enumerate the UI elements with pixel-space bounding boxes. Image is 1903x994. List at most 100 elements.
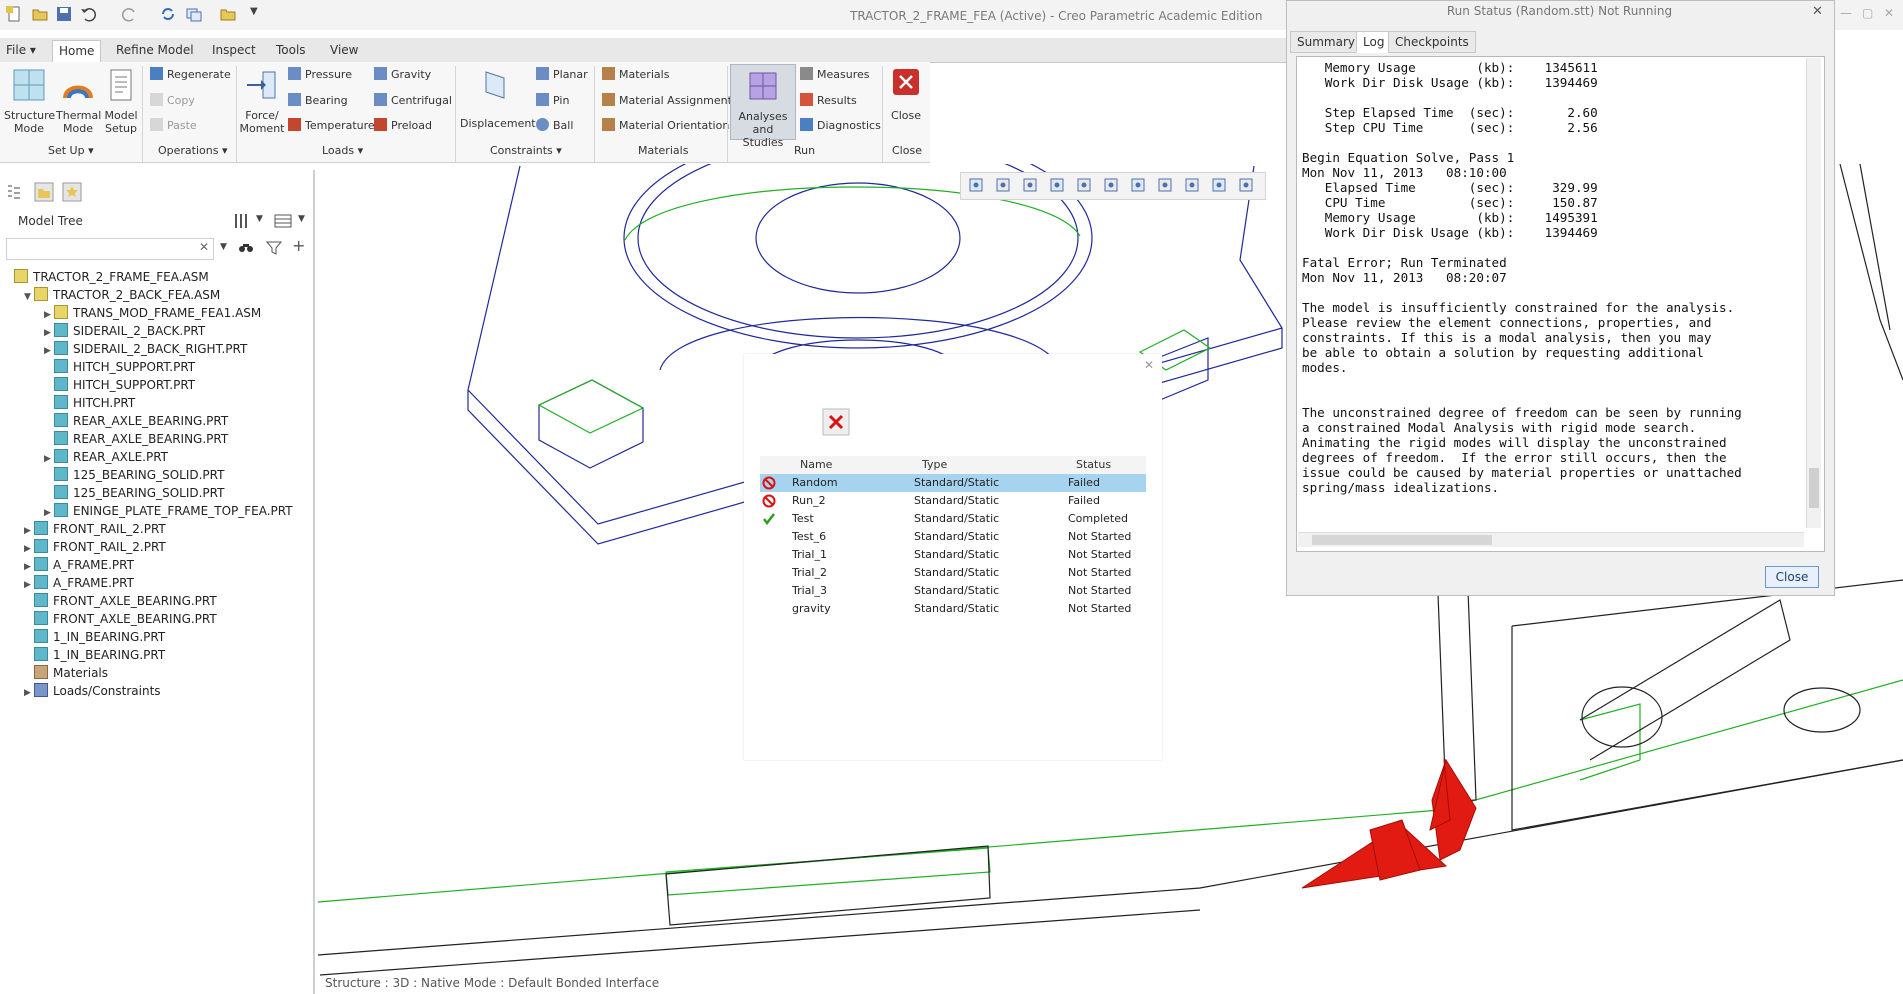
filter-icon[interactable] [266, 240, 282, 256]
new-icon[interactable] [6, 6, 22, 22]
column-status[interactable]: Status [1076, 458, 1111, 471]
centrifugal-button[interactable]: Centrifugal [374, 93, 452, 109]
gravity-button[interactable]: Gravity [374, 67, 431, 83]
force-moment-button[interactable]: Force/Moment [238, 68, 286, 135]
preload-button[interactable]: Preload [374, 118, 432, 134]
search-dropdown-icon[interactable]: ▼ [220, 242, 227, 252]
results-button[interactable]: Results [800, 93, 857, 109]
model-tree-tab-icon[interactable] [6, 184, 22, 200]
tree-item[interactable]: ▶ SIDERAIL_2_BACK.PRT [44, 322, 205, 340]
scrollbar-thumb[interactable] [1312, 535, 1492, 545]
study-row[interactable]: Random Standard/Static Failed [760, 474, 1146, 492]
analyses-studies-button[interactable]: Analyses and Studies [730, 64, 796, 149]
column-type[interactable]: Type [922, 458, 947, 471]
planar-button[interactable]: Planar [536, 67, 588, 83]
delete-study-icon[interactable] [822, 408, 850, 436]
add-column-icon[interactable]: + [292, 236, 305, 255]
expand-arrow-icon[interactable]: ▼ [24, 288, 34, 306]
tree-item[interactable]: ▶ A_FRAME.PRT [24, 574, 134, 592]
refit-icon[interactable] [968, 177, 984, 193]
tree-item[interactable]: ▶ ENINGE_PLATE_FRAME_TOP_FEA.PRT [44, 502, 293, 520]
tree-item[interactable]: TRACTOR_2_FRAME_FEA.ASM [4, 268, 209, 286]
snapshot-icon[interactable] [1130, 177, 1146, 193]
tree-item[interactable]: ▶ FRONT_RAIL_2.PRT [24, 538, 166, 556]
window-close-icon[interactable]: ✕ [1884, 6, 1894, 20]
pressure-button[interactable]: Pressure [288, 67, 352, 83]
study-row[interactable]: Trial_3 Standard/Static Not Started [760, 582, 1146, 600]
ball-button[interactable]: Ball [536, 118, 573, 134]
log-vertical-scrollbar[interactable] [1806, 58, 1821, 528]
regenerate-icon[interactable] [160, 6, 176, 22]
study-row[interactable]: Run_2 Standard/Static Failed [760, 492, 1146, 510]
saved-views-icon[interactable] [1103, 177, 1119, 193]
windows-icon[interactable] [186, 6, 202, 22]
tab-refine-model[interactable]: Refine Model [110, 40, 200, 60]
save-icon[interactable] [56, 6, 72, 22]
tree-item[interactable]: REAR_AXLE_BEARING.PRT [44, 412, 228, 430]
group-loads-label[interactable]: Loads ▾ [322, 144, 363, 157]
tree-search-input[interactable]: ✕ [6, 238, 214, 260]
copy-button[interactable]: Copy [150, 93, 195, 109]
tree-item[interactable]: ▶ REAR_AXLE.PRT [44, 448, 168, 466]
tree-item[interactable]: 1_IN_BEARING.PRT [24, 628, 165, 646]
log-horizontal-scrollbar[interactable] [1298, 532, 1804, 547]
group-constraints-label[interactable]: Constraints ▾ [490, 144, 562, 157]
spin-center-icon[interactable] [1211, 177, 1227, 193]
tree-item[interactable]: 125_BEARING_SOLID.PRT [44, 466, 224, 484]
paste-button[interactable]: Paste [150, 118, 197, 134]
tree-columns-icon[interactable] [274, 212, 292, 230]
tree-item[interactable]: ▶ A_FRAME.PRT [24, 556, 134, 574]
maximize-icon[interactable]: ▢ [1862, 6, 1873, 20]
tree-item[interactable]: HITCH_SUPPORT.PRT [44, 358, 195, 376]
favorites-icon[interactable] [62, 182, 82, 202]
close-button[interactable]: Close [1765, 566, 1819, 588]
study-row[interactable]: Trial_1 Standard/Static Not Started [760, 546, 1146, 564]
zoom-out-icon[interactable] [1022, 177, 1038, 193]
tree-item[interactable]: HITCH.PRT [44, 394, 135, 412]
thermal-mode-button[interactable]: Thermal Mode [56, 68, 101, 135]
study-row[interactable]: gravity Standard/Static Not Started [760, 600, 1146, 618]
tree-item[interactable]: 125_BEARING_SOLID.PRT [44, 484, 224, 502]
pin-button[interactable]: Pin [536, 93, 569, 109]
tree-item[interactable]: ▶ TRANS_MOD_FRAME_FEA1.ASM [44, 304, 261, 322]
simulation-display-icon[interactable] [1184, 177, 1200, 193]
group-operations-label[interactable]: Operations ▾ [158, 144, 228, 157]
tree-item[interactable]: ▶ SIDERAIL_2_BACK_RIGHT.PRT [44, 340, 247, 358]
expand-arrow-icon[interactable]: ▶ [24, 684, 34, 702]
dialog-close-icon[interactable]: ✕ [1144, 358, 1154, 372]
redo-icon[interactable] [122, 6, 138, 22]
tree-settings-icon[interactable] [232, 212, 250, 230]
temperature-button[interactable]: Temperature [288, 118, 375, 134]
tab-summary[interactable]: Summary [1290, 31, 1362, 53]
tree-item[interactable]: ▶ FRONT_RAIL_2.PRT [24, 520, 166, 538]
close-ribbon-button[interactable]: Close [886, 68, 926, 122]
materials-button[interactable]: Materials [602, 67, 669, 83]
clear-search-icon[interactable]: ✕ [199, 240, 209, 254]
display-style-icon[interactable] [1076, 177, 1092, 193]
model-setup-button[interactable]: Model Setup [102, 68, 140, 135]
column-name[interactable]: Name [800, 458, 832, 471]
tab-log[interactable]: Log [1356, 31, 1392, 53]
repaint-icon[interactable] [1049, 177, 1065, 193]
group-setup-label[interactable]: Set Up ▾ [48, 144, 94, 157]
material-orientations-button[interactable]: Material Orientations [602, 118, 735, 134]
bearing-button[interactable]: Bearing [288, 93, 348, 109]
run-status-close-icon[interactable]: ✕ [1812, 4, 1823, 19]
scrollbar-thumb[interactable] [1809, 468, 1819, 508]
material-assignment-button[interactable]: Material Assignment [602, 93, 732, 109]
datum-display-icon[interactable] [1157, 177, 1173, 193]
study-row[interactable]: Test Standard/Static Completed [760, 510, 1146, 528]
regenerate-button[interactable]: Regenerate [150, 67, 231, 83]
tree-item[interactable]: REAR_AXLE_BEARING.PRT [44, 430, 228, 448]
annotation-display-icon[interactable] [1238, 177, 1254, 193]
tree-item[interactable]: FRONT_AXLE_BEARING.PRT [24, 610, 217, 628]
diagnostics-button[interactable]: Diagnostics [800, 118, 881, 134]
structure-mode-button[interactable]: Structure Mode [4, 68, 55, 135]
tree-item[interactable]: 1_IN_BEARING.PRT [24, 646, 165, 664]
study-row[interactable]: Test_6 Standard/Static Not Started [760, 528, 1146, 546]
tree-columns-dropdown-icon[interactable]: ▼ [298, 214, 305, 224]
panel-divider[interactable] [313, 170, 315, 994]
tree-item[interactable]: FRONT_AXLE_BEARING.PRT [24, 592, 217, 610]
tab-checkpoints[interactable]: Checkpoints [1388, 31, 1476, 53]
study-row[interactable]: Trial_2 Standard/Static Not Started [760, 564, 1146, 582]
